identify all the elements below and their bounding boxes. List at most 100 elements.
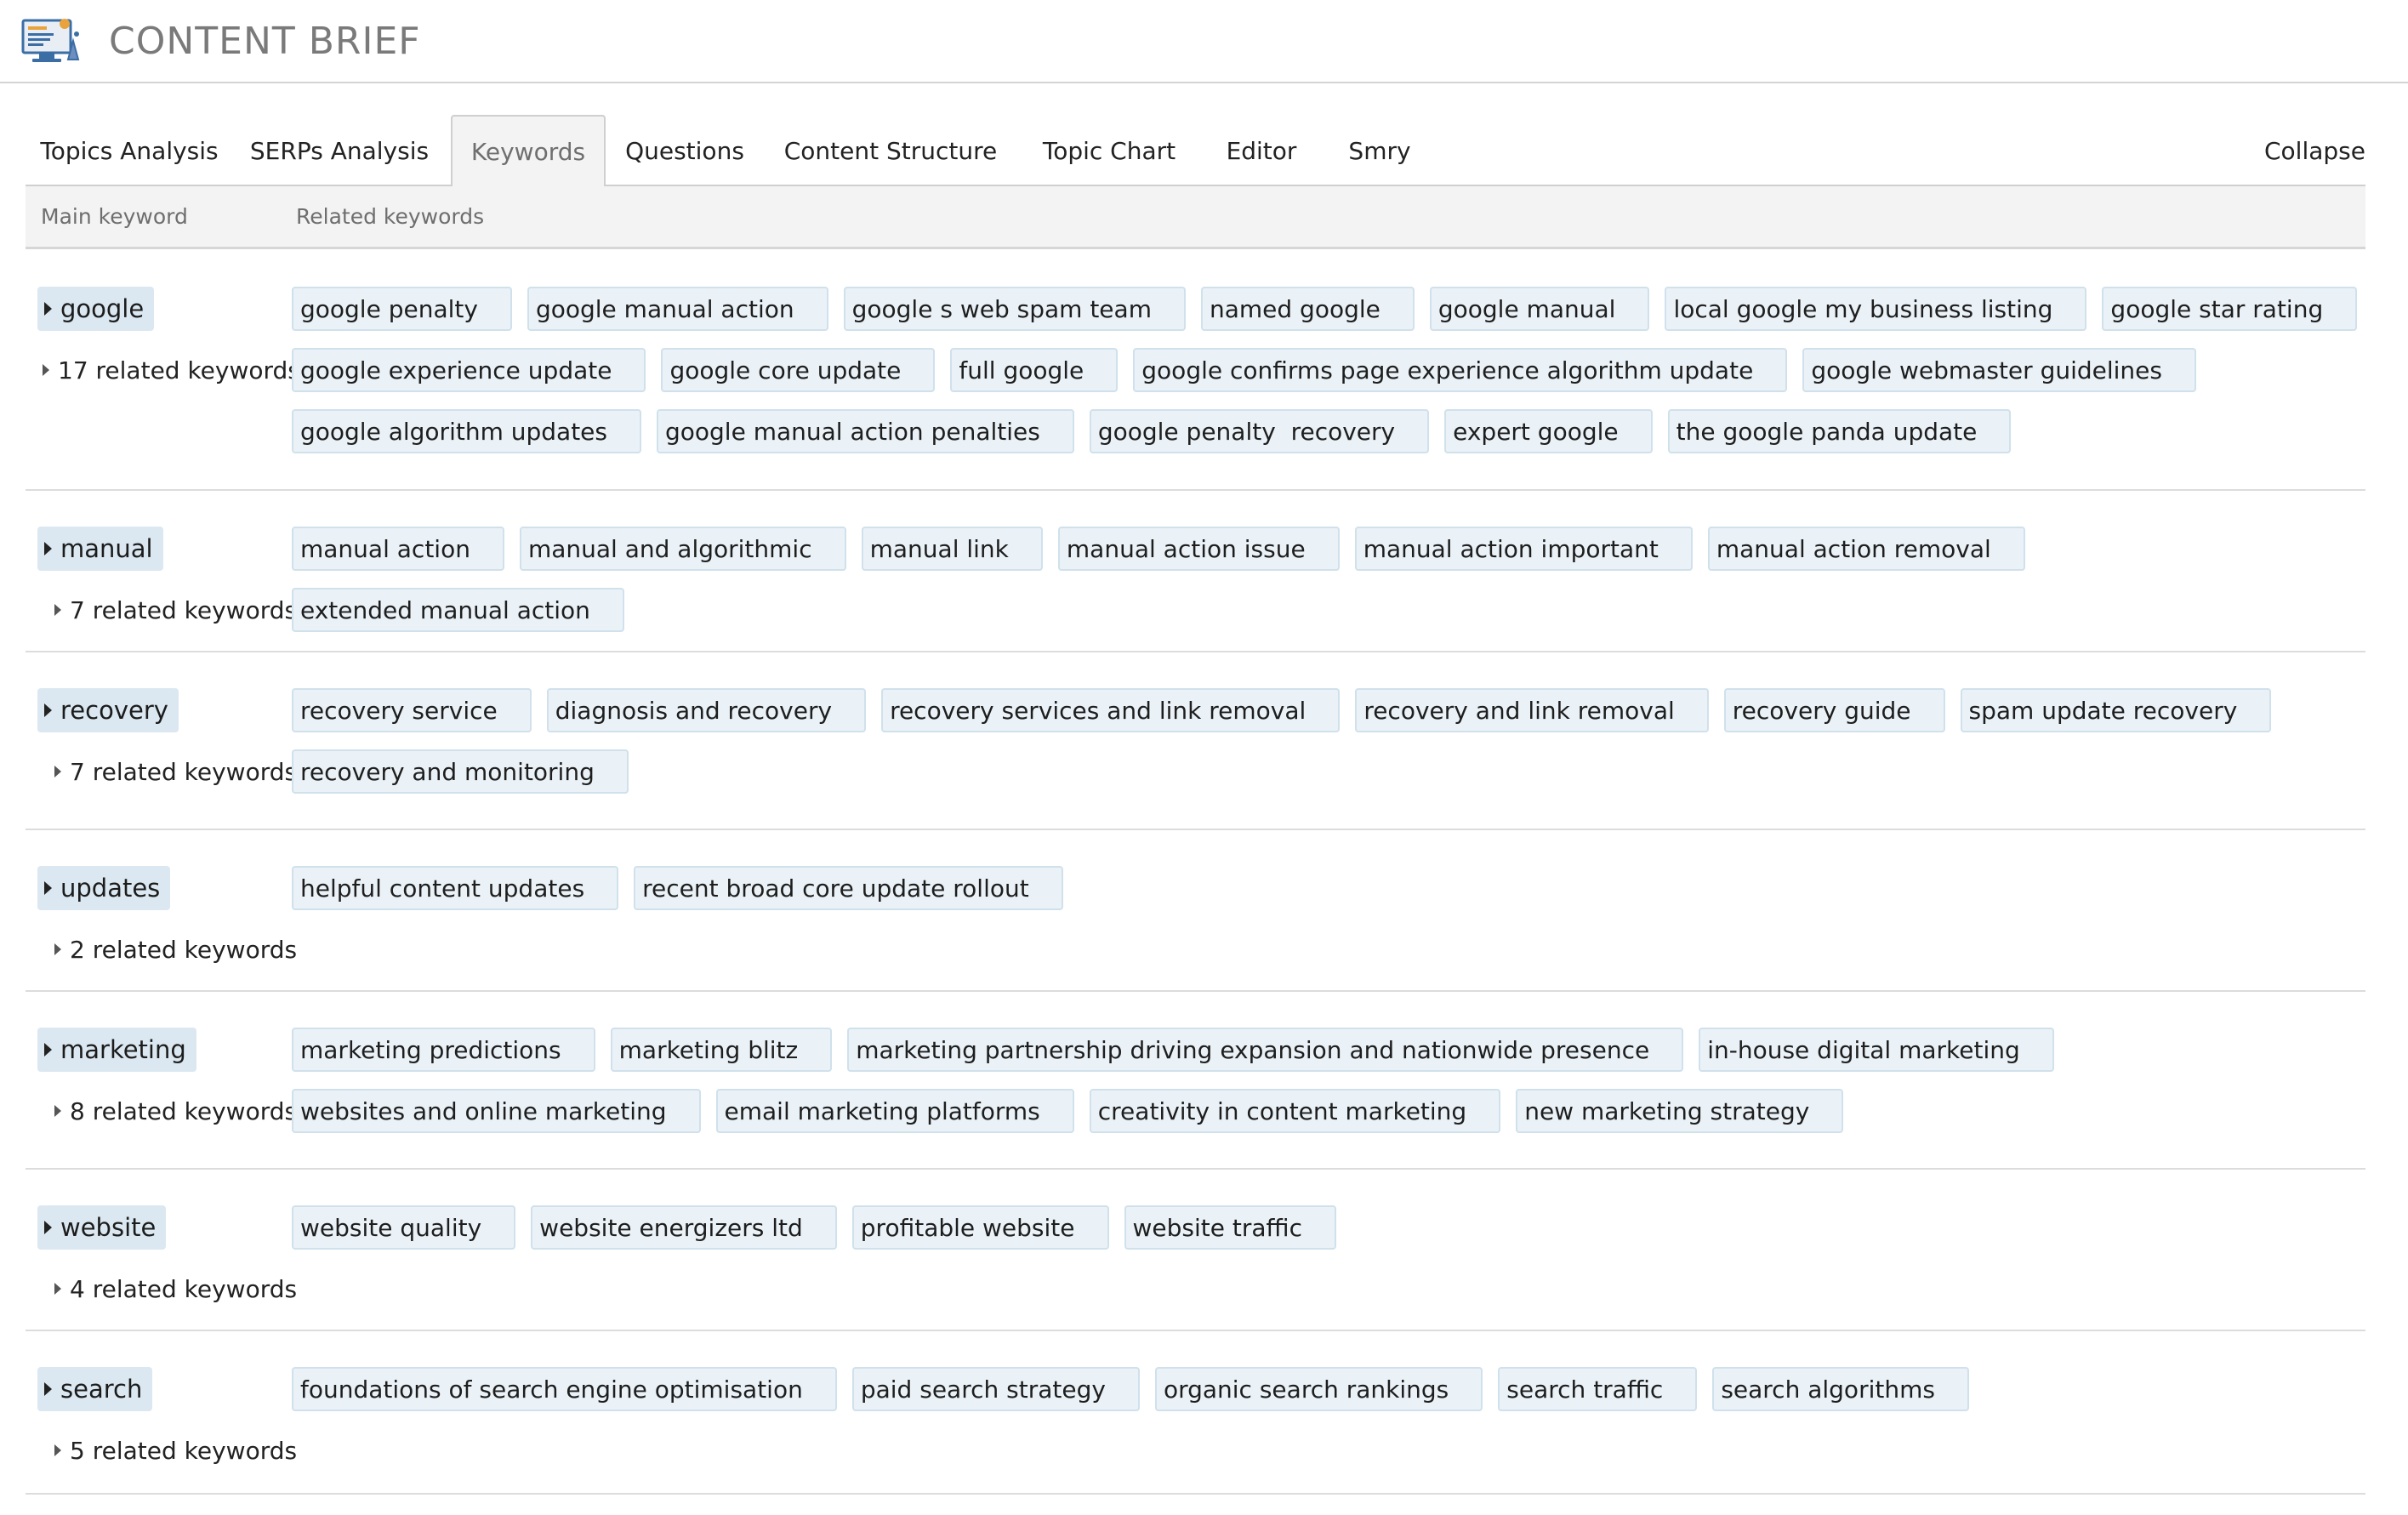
main-keyword-marketing[interactable]: marketing bbox=[37, 1028, 196, 1072]
related-keyword-chip[interactable]: manual action issue bbox=[1057, 527, 1340, 571]
related-keyword-chip[interactable]: organic search rankings bbox=[1154, 1367, 1483, 1411]
main-keyword-manual[interactable]: manual bbox=[37, 527, 163, 571]
related-keyword-chip[interactable]: full google bbox=[950, 348, 1119, 392]
related-keyword-chip[interactable]: the google panda update bbox=[1667, 409, 2012, 453]
related-keyword-chip[interactable]: google star rating bbox=[2102, 287, 2358, 331]
related-keyword-chip[interactable]: search traffic bbox=[1498, 1367, 1698, 1411]
related-keyword-chip[interactable]: manual and algorithmic bbox=[519, 527, 846, 571]
caret-right-icon bbox=[54, 1444, 61, 1456]
related-keyword-chip[interactable]: recovery and monitoring bbox=[292, 749, 629, 794]
related-keyword-chip[interactable]: google webmaster guidelines bbox=[1802, 348, 2196, 392]
related-keyword-chip[interactable]: google s web spam team bbox=[843, 287, 1186, 331]
table-row: google 17 related keywords google penalty g… bbox=[26, 251, 2365, 491]
related-keyword-chip[interactable]: recovery guide bbox=[1723, 688, 1945, 732]
tab-content-structure[interactable]: Content Structure bbox=[764, 115, 1017, 186]
main-keyword-label: google bbox=[60, 294, 145, 323]
table-row: marketing 8 related keywords marketing pre… bbox=[26, 992, 2365, 1170]
related-keyword-chip[interactable]: google core update bbox=[661, 348, 936, 392]
related-count-toggle[interactable]: 17 related keywords bbox=[43, 348, 300, 392]
tab-keywords[interactable]: Keywords bbox=[451, 115, 606, 188]
main-keyword-search[interactable]: search bbox=[37, 1367, 153, 1411]
related-keyword-chip[interactable]: expert google bbox=[1444, 409, 1653, 453]
related-keywords-list: foundations of search engine optimisatio… bbox=[292, 1367, 2359, 1411]
related-keyword-chip[interactable]: paid search strategy bbox=[851, 1367, 1140, 1411]
related-keywords-list: google penalty google manual action google… bbox=[292, 287, 2359, 453]
related-keyword-chip[interactable]: websites and online marketing bbox=[292, 1089, 701, 1133]
keywords-table-header: Main keyword Related keywords bbox=[26, 186, 2365, 249]
related-count-toggle[interactable]: 8 related keywords bbox=[54, 1089, 297, 1133]
related-keyword-chip[interactable]: extended manual action bbox=[292, 588, 624, 632]
related-count-toggle[interactable]: 5 related keywords bbox=[54, 1428, 297, 1472]
related-count-toggle[interactable]: 4 related keywords bbox=[54, 1267, 297, 1311]
related-keyword-chip[interactable]: spam update recovery bbox=[1960, 688, 2272, 732]
tab-bar: Topics Analysis SERPs Analysis Keywords … bbox=[26, 115, 2365, 188]
related-count-toggle[interactable]: 7 related keywords bbox=[54, 749, 297, 794]
tab-topic-chart[interactable]: Topic Chart bbox=[1017, 115, 1201, 186]
related-keyword-chip[interactable]: google confirms page experience algorith… bbox=[1133, 348, 1788, 392]
main-keyword-website[interactable]: website bbox=[37, 1205, 167, 1250]
tab-smry[interactable]: Smry bbox=[1322, 115, 1437, 186]
related-keyword-chip[interactable]: website quality bbox=[292, 1205, 516, 1250]
related-keyword-chip[interactable]: google manual action penalties bbox=[657, 409, 1074, 453]
table-row: updates 2 related keywords helpful content… bbox=[26, 830, 2365, 992]
related-keyword-chip[interactable]: google experience update bbox=[292, 348, 646, 392]
caret-right-icon bbox=[44, 1043, 52, 1057]
main-keyword-recovery[interactable]: recovery bbox=[37, 688, 179, 732]
main-keyword-label: search bbox=[60, 1375, 143, 1404]
related-keyword-chip[interactable]: email marketing platforms bbox=[715, 1089, 1074, 1133]
related-keyword-chip[interactable]: marketing partnership driving expansion … bbox=[847, 1028, 1684, 1072]
caret-right-icon bbox=[44, 1221, 52, 1234]
related-keyword-chip[interactable]: foundations of search engine optimisatio… bbox=[292, 1367, 837, 1411]
related-keyword-chip[interactable]: creativity in content marketing bbox=[1089, 1089, 1501, 1133]
table-row: website 4 related keywords website quality… bbox=[26, 1170, 2365, 1331]
collapse-button[interactable]: Collapse bbox=[2264, 115, 2365, 186]
related-keyword-chip[interactable]: manual action bbox=[292, 527, 504, 571]
related-keyword-chip[interactable]: marketing predictions bbox=[292, 1028, 595, 1072]
related-count-label: 5 related keywords bbox=[70, 1436, 298, 1465]
related-keyword-chip[interactable]: search algorithms bbox=[1712, 1367, 1969, 1411]
related-count-label: 2 related keywords bbox=[70, 935, 298, 964]
main-keyword-label: marketing bbox=[60, 1035, 186, 1064]
main-keyword-google[interactable]: google bbox=[37, 287, 155, 331]
related-count-label: 8 related keywords bbox=[70, 1096, 298, 1125]
caret-right-icon bbox=[54, 1105, 61, 1117]
table-row: manual 7 related keywords manual action man… bbox=[26, 491, 2365, 652]
related-keyword-chip[interactable]: manual action important bbox=[1354, 527, 1693, 571]
related-keyword-chip[interactable]: new marketing strategy bbox=[1516, 1089, 1844, 1133]
table-row: search 5 related keywords foundations of s… bbox=[26, 1331, 2365, 1495]
related-count-label: 7 related keywords bbox=[70, 757, 298, 786]
related-keyword-chip[interactable]: google penalty bbox=[292, 287, 512, 331]
tab-editor[interactable]: Editor bbox=[1201, 115, 1322, 186]
related-count-toggle[interactable]: 2 related keywords bbox=[54, 927, 297, 971]
related-count-label: 4 related keywords bbox=[70, 1274, 298, 1303]
related-keyword-chip[interactable]: named google bbox=[1200, 287, 1415, 331]
related-keyword-chip[interactable]: marketing blitz bbox=[610, 1028, 833, 1072]
related-keyword-chip[interactable]: local google my business listing bbox=[1665, 287, 2087, 331]
related-keyword-chip[interactable]: profitable website bbox=[851, 1205, 1109, 1250]
column-header-main-keyword: Main keyword bbox=[41, 204, 188, 229]
main-keyword-updates[interactable]: updates bbox=[37, 866, 171, 910]
related-keyword-chip[interactable]: recovery services and link removal bbox=[881, 688, 1341, 732]
related-keyword-chip[interactable]: recovery and link removal bbox=[1355, 688, 1709, 732]
related-keywords-list: website quality website energizers ltd pro… bbox=[292, 1205, 2359, 1250]
tab-questions[interactable]: Questions bbox=[606, 115, 764, 186]
caret-right-icon bbox=[44, 302, 52, 316]
related-keyword-chip[interactable]: google algorithm updates bbox=[292, 409, 641, 453]
app-header: CONTENT BRIEF bbox=[0, 0, 2408, 83]
tab-topics-analysis[interactable]: Topics Analysis bbox=[26, 115, 233, 186]
related-keyword-chip[interactable]: manual action removal bbox=[1707, 527, 2025, 571]
related-keyword-chip[interactable]: manual link bbox=[861, 527, 1043, 571]
related-keyword-chip[interactable]: google penalty recovery bbox=[1089, 409, 1430, 453]
related-keyword-chip[interactable]: helpful content updates bbox=[292, 866, 619, 910]
related-keyword-chip[interactable]: google manual bbox=[1429, 287, 1650, 331]
related-keyword-chip[interactable]: diagnosis and recovery bbox=[546, 688, 867, 732]
tab-serps-analysis[interactable]: SERPs Analysis bbox=[233, 115, 446, 186]
related-keyword-chip[interactable]: google manual action bbox=[527, 287, 828, 331]
related-keyword-chip[interactable]: recovery service bbox=[292, 688, 532, 732]
app-title: CONTENT BRIEF bbox=[109, 19, 421, 63]
related-keyword-chip[interactable]: in-house digital marketing bbox=[1699, 1028, 2054, 1072]
related-count-toggle[interactable]: 7 related keywords bbox=[54, 588, 297, 632]
related-keyword-chip[interactable]: website traffic bbox=[1124, 1205, 1337, 1250]
related-keyword-chip[interactable]: recent broad core update rollout bbox=[634, 866, 1063, 910]
related-keyword-chip[interactable]: website energizers ltd bbox=[531, 1205, 837, 1250]
